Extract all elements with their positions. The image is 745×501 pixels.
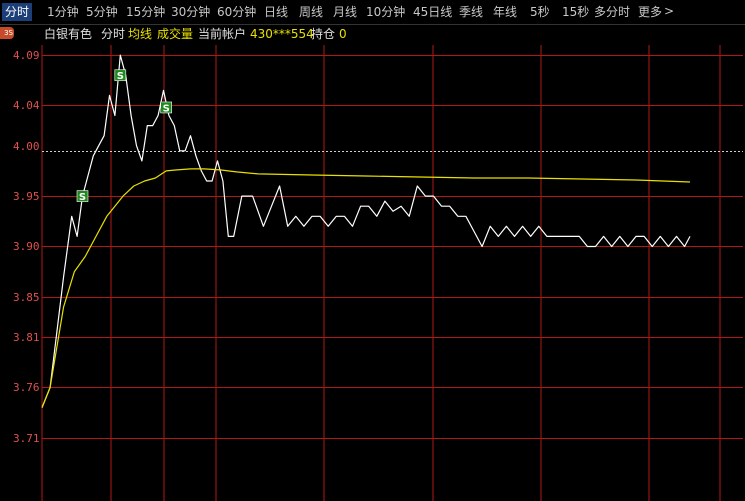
- sell-marker-label-0: S: [79, 192, 86, 203]
- average-price-line: [41, 168, 691, 408]
- y-tick-label: 4.04: [13, 98, 40, 112]
- sell-marker-1: [114, 69, 127, 82]
- tab-14[interactable]: 15秒: [562, 4, 589, 20]
- tab-11[interactable]: 季线: [459, 4, 483, 20]
- price-line: [41, 54, 691, 408]
- position-label: 持仓: [311, 27, 336, 41]
- account-label: 当前帐户: [198, 27, 247, 41]
- account-value: 430***554: [250, 27, 314, 41]
- y-tick-label: 3.76: [13, 380, 40, 394]
- tab-6[interactable]: 日线: [264, 4, 288, 20]
- period-tab-bar: 分时 1分钟 5分钟 15分钟 30分钟 60分钟 日线 周线 月线 10分钟 45日线 季线 年线 5秒…: [0, 0, 745, 25]
- sell-marker-label-1: S: [117, 71, 124, 82]
- sell-marker-2: [160, 101, 172, 114]
- intraday-chart[interactable]: S S S: [0, 0, 745, 501]
- y-tick-label: 3.71: [13, 431, 40, 445]
- tab-16[interactable]: 更多: [638, 4, 662, 20]
- tab-13[interactable]: 5秒: [530, 4, 550, 20]
- sell-marker-0: [76, 190, 89, 202]
- y-tick-label: 4.00: [13, 139, 40, 153]
- tab-4[interactable]: 30分钟: [171, 4, 210, 20]
- avg-line-toggle[interactable]: 均线: [128, 27, 152, 42]
- mode-label: 分时: [101, 27, 126, 41]
- y-tick-label: 3.90: [13, 239, 40, 253]
- volume-toggle[interactable]: 成交量: [157, 27, 193, 42]
- sell-marker-label-2: S: [163, 103, 170, 114]
- tab-7[interactable]: 周线: [299, 4, 323, 20]
- y-tick-label: 3.85: [13, 290, 40, 304]
- tab-10[interactable]: 45日线: [413, 4, 452, 20]
- tab-1[interactable]: 1分钟: [47, 4, 79, 20]
- more-arrow[interactable]: >: [664, 4, 674, 18]
- y-tick-label: 3.81: [13, 330, 40, 344]
- tab-12[interactable]: 年线: [493, 4, 517, 20]
- y-tick-label: 4.09: [13, 48, 40, 62]
- tab-0[interactable]: 分时: [2, 3, 33, 21]
- position-value: 0: [339, 27, 347, 41]
- tab-8[interactable]: 月线: [333, 4, 357, 20]
- tab-2[interactable]: 5分钟: [86, 4, 118, 20]
- tab-15[interactable]: 多分时: [594, 4, 630, 20]
- stock-name: 白银有色: [44, 27, 93, 41]
- tab-3[interactable]: 15分钟: [126, 4, 165, 20]
- account-badge: 3S: [0, 27, 14, 39]
- y-tick-label: 3.95: [13, 189, 40, 203]
- tab-9[interactable]: 10分钟: [366, 4, 405, 20]
- tab-5[interactable]: 60分钟: [217, 4, 256, 20]
